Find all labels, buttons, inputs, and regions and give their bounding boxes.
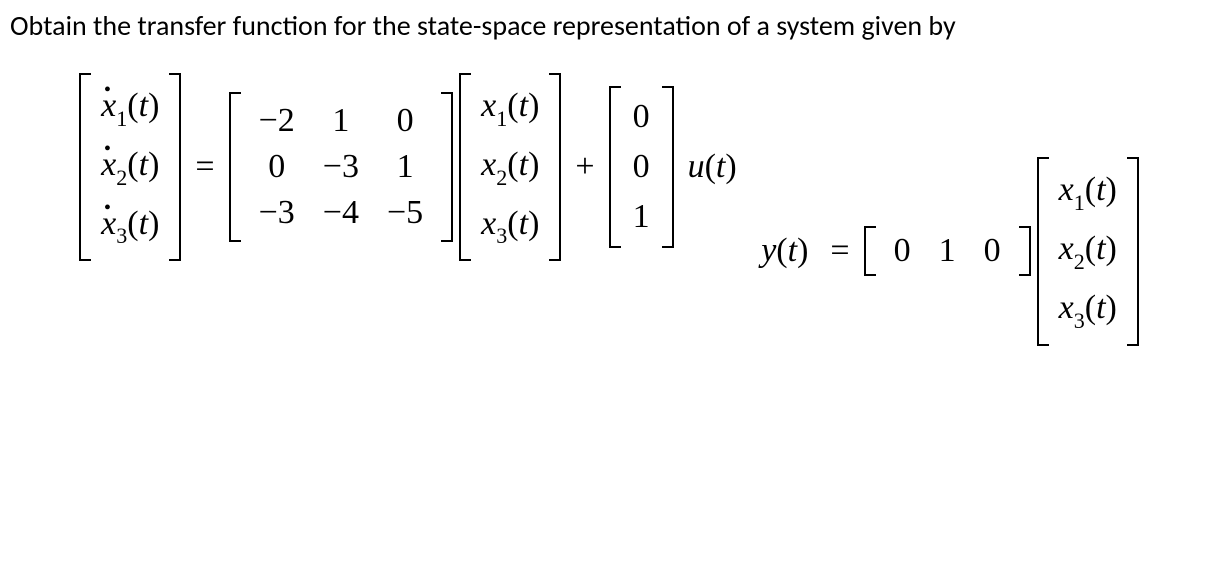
xdot-vector: x•1(t) x•2(t) x•3(t) bbox=[79, 73, 181, 261]
C-2: 0 bbox=[970, 232, 1015, 270]
equation-block: x•1(t) x•2(t) x•3(t) = −2 1 0 0 −3 1 −3 … bbox=[10, 73, 1208, 376]
x-1-out: x1(t) bbox=[1053, 163, 1123, 222]
u-of-t: u(t) bbox=[680, 148, 745, 186]
equals-sign-2: = bbox=[822, 232, 857, 270]
C-matrix: 0 1 0 bbox=[864, 226, 1031, 276]
A-matrix: −2 1 0 0 −3 1 −3 −4 −5 bbox=[229, 92, 454, 242]
x-1: x1(t) bbox=[475, 79, 545, 138]
A-0-2: 0 bbox=[373, 98, 437, 144]
A-2-2: −5 bbox=[373, 190, 437, 236]
B-1: 0 bbox=[625, 142, 658, 192]
A-0-0: −2 bbox=[245, 98, 309, 144]
A-2-0: −3 bbox=[245, 190, 309, 236]
xdot-3: x•3(t) bbox=[95, 197, 165, 256]
x-2-out: x2(t) bbox=[1053, 222, 1123, 281]
C-0: 0 bbox=[880, 232, 925, 270]
problem-prompt: Obtain the transfer function for the sta… bbox=[10, 8, 1208, 43]
plus-sign: + bbox=[567, 148, 602, 186]
x-vector: x1(t) x2(t) x3(t) bbox=[459, 73, 561, 261]
A-1-2: 1 bbox=[373, 144, 437, 190]
x-vector-output: x1(t) x2(t) x3(t) bbox=[1037, 157, 1139, 345]
state-equation: x•1(t) x•2(t) x•3(t) = −2 1 0 0 −3 1 −3 … bbox=[79, 73, 745, 261]
y-of-t: y(t) bbox=[753, 232, 816, 270]
A-2-1: −4 bbox=[309, 190, 373, 236]
output-equation: y(t) = 0 1 0 x1(t) x2(t) x3(t) bbox=[753, 157, 1139, 345]
C-1: 1 bbox=[925, 232, 970, 270]
x-3: x3(t) bbox=[475, 197, 545, 256]
A-0-1: 1 bbox=[309, 98, 373, 144]
B-vector: 0 0 1 bbox=[609, 86, 674, 248]
A-1-0: 0 bbox=[245, 144, 309, 190]
equals-sign: = bbox=[187, 148, 222, 186]
A-1-1: −3 bbox=[309, 144, 373, 190]
x-2: x2(t) bbox=[475, 138, 545, 197]
xdot-1: x•1(t) bbox=[95, 79, 165, 138]
B-0: 0 bbox=[625, 92, 658, 142]
B-2: 1 bbox=[625, 192, 658, 242]
xdot-2: x•2(t) bbox=[95, 138, 165, 197]
x-3-out: x3(t) bbox=[1053, 281, 1123, 340]
